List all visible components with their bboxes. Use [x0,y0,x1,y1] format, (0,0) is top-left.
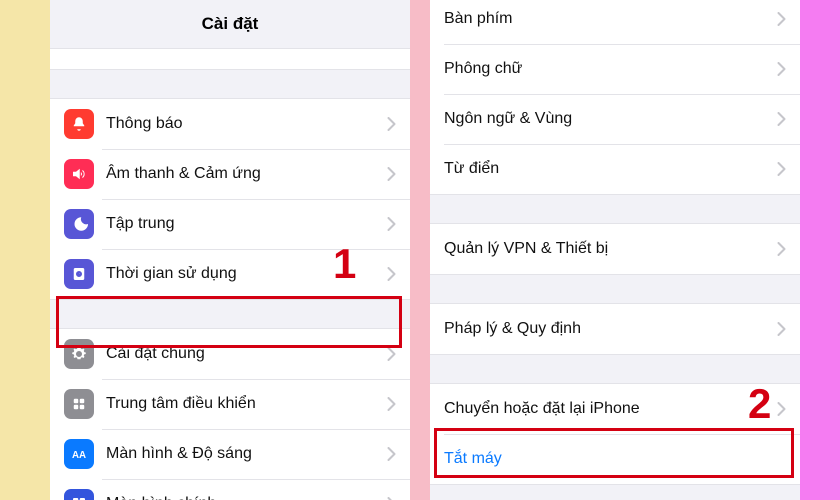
settings-row[interactable]: Cài đặt chung [50,329,410,379]
row-label: Thời gian sử dụng [106,265,387,283]
row-label: Ngôn ngữ & Vùng [444,110,777,128]
settings-row[interactable]: Từ điển [430,144,800,194]
display-icon: AA [64,439,94,469]
control-center-icon [64,389,94,419]
settings-row[interactable]: Tập trung [50,199,410,249]
row-label: Chuyển hoặc đặt lại iPhone [444,400,777,418]
general-icon [64,339,94,369]
svg-text:AA: AA [72,450,86,461]
page-title: Cài đặt [50,0,410,48]
general-group-locale: Ngày & GiờBàn phímPhông chữNgôn ngữ & Vù… [430,0,800,195]
settings-row[interactable]: Thời gian sử dụng [50,249,410,299]
settings-row[interactable]: Tắt máy [430,434,800,484]
row-label: Thông báo [106,115,387,133]
row-label: Từ điển [444,160,777,178]
chevron-right-icon [777,62,786,76]
row-label: Bàn phím [444,10,777,28]
chevron-right-icon [387,217,396,231]
focus-icon [64,209,94,239]
row-label: Màn hình & Độ sáng [106,445,387,463]
screentime-icon [64,259,94,289]
row-label: Pháp lý & Quy định [444,320,777,338]
chevron-right-icon [387,397,396,411]
settings-row[interactable]: Ngôn ngữ & Vùng [430,94,800,144]
chevron-right-icon [777,12,786,26]
settings-row[interactable]: Phông chữ [430,44,800,94]
general-settings-panel: Ngày & GiờBàn phímPhông chữNgôn ngữ & Vù… [430,0,800,500]
sound-icon [64,159,94,189]
general-group-vpn: Quản lý VPN & Thiết bị [430,223,800,275]
settings-group-notifications: Thông báo Âm thanh & Cảm ứng Tập trung Thời… [50,98,410,300]
chevron-right-icon [387,117,396,131]
settings-group-general: Cài đặt chung Trung tâm điều khiển AA Màn h… [50,328,410,500]
row-label: Quản lý VPN & Thiết bị [444,240,777,258]
row-label: Trung tâm điều khiển [106,395,387,413]
settings-row[interactable]: Chuyển hoặc đặt lại iPhone [430,384,800,434]
row-cutoff [50,48,410,70]
chevron-right-icon [777,402,786,416]
settings-row[interactable]: Quản lý VPN & Thiết bị [430,224,800,274]
decor-gap [410,0,430,500]
homescreen-icon [64,489,94,500]
chevron-right-icon [777,112,786,126]
chevron-right-icon [777,242,786,256]
settings-row[interactable]: Bàn phím [430,0,800,44]
settings-row[interactable]: AA Màn hình & Độ sáng [50,429,410,479]
settings-root-panel: Cài đặt Thông báo Âm thanh & Cảm ứng Tập t… [50,0,410,500]
settings-row[interactable]: Pháp lý & Quy định [430,304,800,354]
row-label: Âm thanh & Cảm ứng [106,165,387,183]
row-label: Tắt máy [444,450,786,468]
chevron-right-icon [777,162,786,176]
decor-gutter-left [0,0,50,500]
chevron-right-icon [387,447,396,461]
notifications-icon [64,109,94,139]
settings-row[interactable]: Trung tâm điều khiển [50,379,410,429]
settings-row[interactable]: Màn hình chính [50,479,410,500]
decor-gutter-right [800,0,840,500]
settings-row[interactable]: Âm thanh & Cảm ứng [50,149,410,199]
chevron-right-icon [387,267,396,281]
chevron-right-icon [777,322,786,336]
row-label: Cài đặt chung [106,345,387,363]
general-group-reset: Chuyển hoặc đặt lại iPhone Tắt máy [430,383,800,485]
row-label: Màn hình chính [106,495,387,500]
row-label: Tập trung [106,215,387,233]
tutorial-composite: Cài đặt Thông báo Âm thanh & Cảm ứng Tập t… [0,0,840,500]
settings-row[interactable]: Thông báo [50,99,410,149]
chevron-right-icon [387,167,396,181]
chevron-right-icon [387,347,396,361]
row-label: Phông chữ [444,60,777,78]
general-group-legal: Pháp lý & Quy định [430,303,800,355]
